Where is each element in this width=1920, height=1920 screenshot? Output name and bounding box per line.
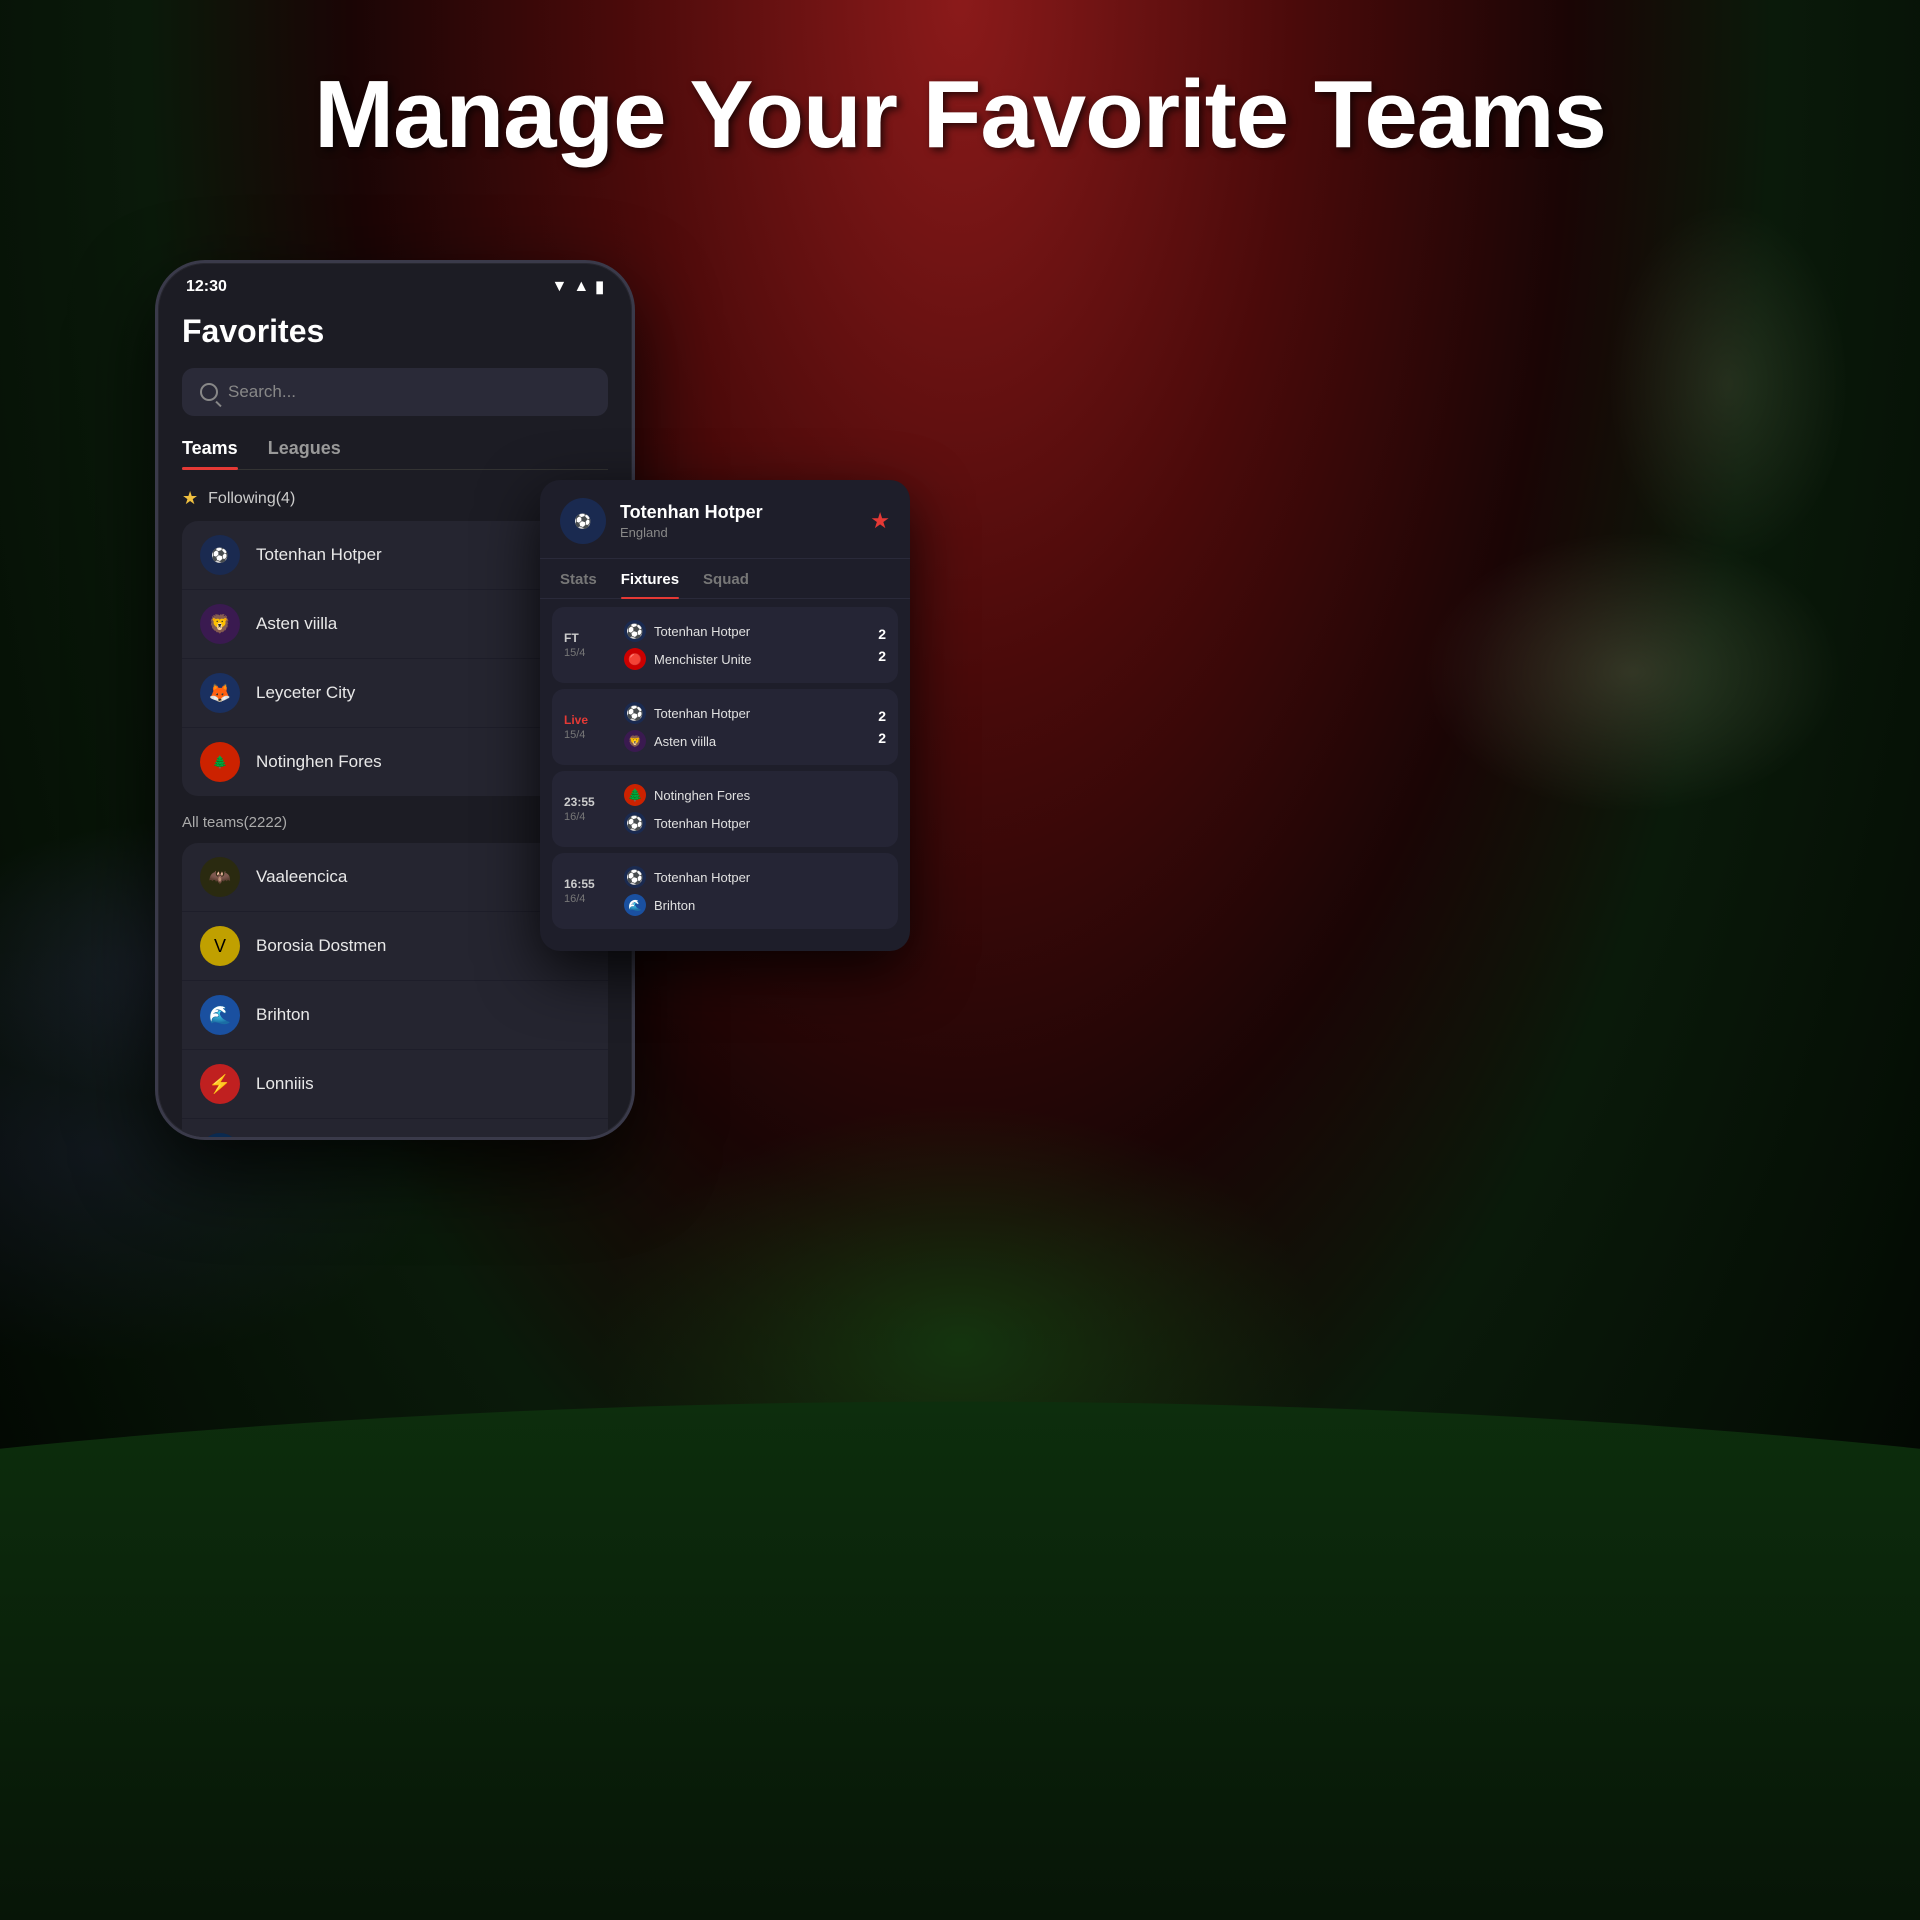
fixture-team-row: ⚽ Totenhan Hotper — [624, 863, 862, 891]
wifi-icon: ▼ — [552, 278, 568, 296]
fixture-status: FT — [564, 631, 616, 645]
team-badge-aston: 🦁 — [200, 604, 240, 644]
fixture-team-name: Totenhan Hotper — [654, 624, 750, 639]
fixture-team-name: Notinghen Fores — [654, 788, 750, 803]
fixture-teams: ⚽ Totenhan Hotper 🦁 Asten viilla — [616, 699, 870, 755]
fixture-date: 15/4 — [564, 647, 616, 659]
team-name-borussia: Borosia Dostmen — [256, 936, 590, 956]
popup-favorite-star-icon[interactable]: ★ — [870, 508, 890, 534]
popup-card: ⚽ Totenhan Hotper England ★ Stats Fixtur… — [540, 480, 910, 951]
fixture-date: 15/4 — [564, 729, 616, 741]
status-icons: ▼ ▲ ▮ — [552, 277, 605, 297]
team-item[interactable]: ⚡ Lonniiis — [182, 1050, 608, 1119]
fixture-team-row: 🌲 Notinghen Fores — [624, 781, 862, 809]
popup-team-name: Totenhan Hotper — [620, 502, 856, 523]
fixture-team-badge: ⚽ — [624, 866, 646, 888]
tabs-container: Teams Leagues — [182, 438, 608, 470]
fixture-score: 2 — [870, 626, 886, 642]
popup-team-badge: ⚽ — [560, 498, 606, 544]
headline: Manage Your Favorite Teams — [0, 60, 1920, 170]
popup-team-info: Totenhan Hotper England — [620, 502, 856, 540]
fixture-team-badge-nottingham: 🌲 — [624, 784, 646, 806]
fixture-status: 23:55 — [564, 795, 616, 809]
fixture-time: FT 15/4 — [564, 631, 616, 659]
popup-country: England — [620, 525, 856, 540]
fixture-team-badge-manu: 🔴 — [624, 648, 646, 670]
fixture-teams: ⚽ Totenhan Hotper 🔴 Menchister Unite — [616, 617, 870, 673]
fixture-team-badge: ⚽ — [624, 812, 646, 834]
fixture-date: 16/4 — [564, 893, 616, 905]
screen-title: Favorites — [182, 313, 608, 350]
fixture-team-badge: ⚽ — [624, 702, 646, 724]
fixture-team-row: 🦁 Asten viilla — [624, 727, 862, 755]
fixture-team-row: ⚽ Totenhan Hotper — [624, 617, 862, 645]
team-name-lonniiis: Lonniiis — [256, 1074, 590, 1094]
search-icon — [200, 383, 218, 401]
team-badge-valencia: 🦇 — [200, 857, 240, 897]
fixture-scores: 2 2 — [870, 626, 886, 664]
status-time: 12:30 — [186, 278, 227, 296]
fixture-score: 2 — [870, 708, 886, 724]
fixture-score: 2 — [870, 648, 886, 664]
team-badge-baen: B — [200, 1133, 240, 1137]
fixture-scores — [870, 806, 886, 812]
fixture-team-name: Asten viilla — [654, 734, 716, 749]
search-bar[interactable]: Search... — [182, 368, 608, 416]
fixture-team-name: Totenhan Hotper — [654, 816, 750, 831]
fixture-team-badge-brighton: 🌊 — [624, 894, 646, 916]
fixture-row: 16:55 16/4 ⚽ Totenhan Hotper 🌊 Brihton — [552, 853, 898, 929]
fixture-team-name: Totenhan Hotper — [654, 706, 750, 721]
tab-leagues[interactable]: Leagues — [268, 438, 341, 469]
fixture-teams: ⚽ Totenhan Hotper 🌊 Brihton — [616, 863, 870, 919]
status-bar: 12:30 ▼ ▲ ▮ — [158, 263, 632, 305]
fixture-team-name: Totenhan Hotper — [654, 870, 750, 885]
fixture-team-row: ⚽ Totenhan Hotper — [624, 699, 862, 727]
fixture-team-row: 🔴 Menchister Unite — [624, 645, 862, 673]
team-item[interactable]: B Baen Levekusan — [182, 1119, 608, 1137]
fixture-scores — [870, 888, 886, 894]
fixture-team-badge-aston: 🦁 — [624, 730, 646, 752]
fixture-row: 23:55 16/4 🌲 Notinghen Fores ⚽ Totenhan … — [552, 771, 898, 847]
fixture-time: 16:55 16/4 — [564, 877, 616, 905]
popup-header: ⚽ Totenhan Hotper England ★ — [540, 480, 910, 559]
fixture-time: 23:55 16/4 — [564, 795, 616, 823]
popup-tab-squad[interactable]: Squad — [703, 571, 749, 598]
fixture-row: Live 15/4 ⚽ Totenhan Hotper 🦁 Asten viil… — [552, 689, 898, 765]
fixture-date: 16/4 — [564, 811, 616, 823]
fixture-team-row: ⚽ Totenhan Hotper — [624, 809, 862, 837]
team-name-tottenham: Totenhan Hotper — [256, 545, 572, 565]
team-badge-brighton: 🌊 — [200, 995, 240, 1035]
team-item[interactable]: 🌊 Brihton — [182, 981, 608, 1050]
fixture-time: Live 15/4 — [564, 713, 616, 741]
fixture-team-badge-tottenham: ⚽ — [624, 620, 646, 642]
team-badge-borussia: V — [200, 926, 240, 966]
team-badge-tottenham: ⚽ — [200, 535, 240, 575]
fixture-status: 16:55 — [564, 877, 616, 891]
fixture-status-live: Live — [564, 713, 616, 727]
fixture-teams: 🌲 Notinghen Fores ⚽ Totenhan Hotper — [616, 781, 870, 837]
fixture-team-name: Menchister Unite — [654, 652, 752, 667]
fixture-row: FT 15/4 ⚽ Totenhan Hotper 🔴 Menchister U… — [552, 607, 898, 683]
fixture-team-name: Brihton — [654, 898, 695, 913]
following-star-icon: ★ — [182, 488, 198, 509]
team-badge-nottingham: 🌲 — [200, 742, 240, 782]
team-badge-leicester: 🦊 — [200, 673, 240, 713]
team-badge-lonniiis: ⚡ — [200, 1064, 240, 1104]
fixture-score: 2 — [870, 730, 886, 746]
following-label: Following(4) — [208, 490, 295, 508]
team-name-brighton: Brihton — [256, 1005, 590, 1025]
popup-tab-stats[interactable]: Stats — [560, 571, 597, 598]
fixture-team-row: 🌊 Brihton — [624, 891, 862, 919]
tab-teams[interactable]: Teams — [182, 438, 238, 469]
signal-icon: ▲ — [573, 278, 589, 296]
popup-tab-fixtures[interactable]: Fixtures — [621, 571, 679, 598]
search-placeholder: Search... — [228, 382, 296, 402]
fixture-scores: 2 2 — [870, 708, 886, 746]
battery-icon: ▮ — [595, 277, 604, 297]
popup-tabs: Stats Fixtures Squad — [540, 559, 910, 599]
